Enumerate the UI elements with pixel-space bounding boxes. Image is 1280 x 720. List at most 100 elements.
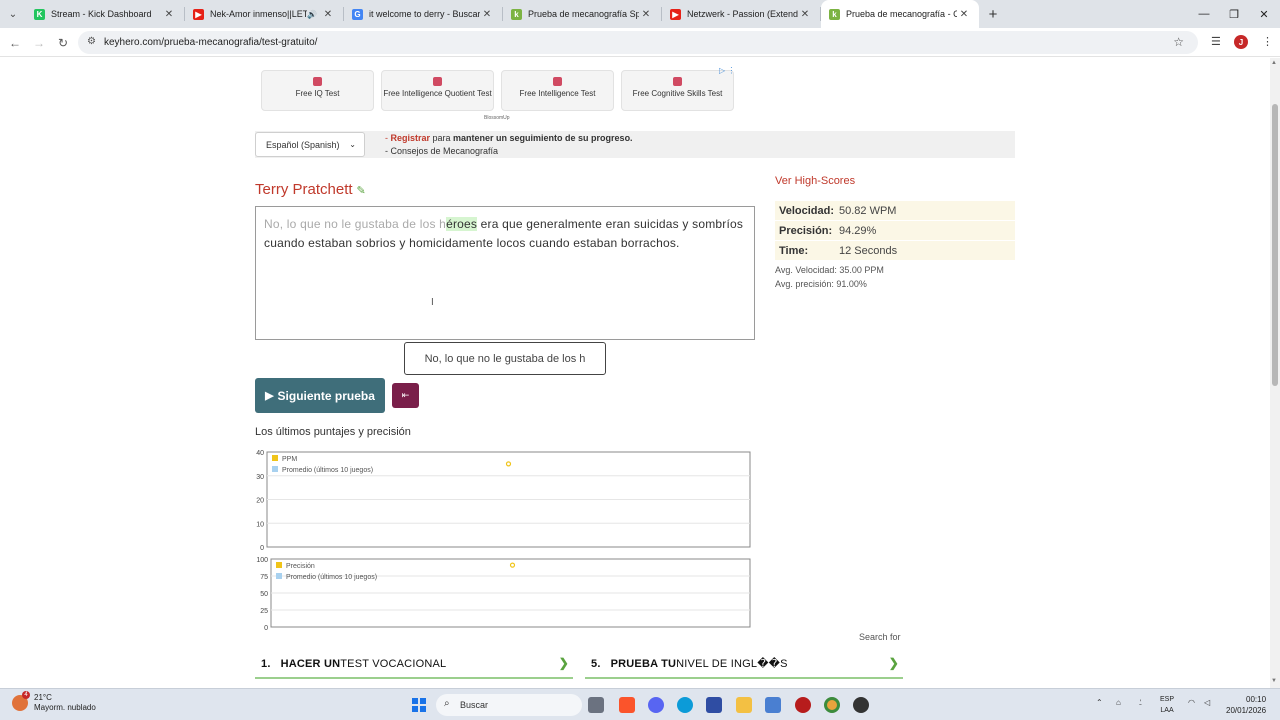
promo-bold: HACER UN — [280, 657, 341, 670]
ad-icon — [553, 77, 562, 86]
site-info-icon[interactable]: ⚙ — [87, 36, 96, 47]
promo-link[interactable]: 1. HACER UN TEST VOCACIONAL ❯ — [255, 650, 573, 679]
legend-label: Promedio (últimos 10 juegos) — [286, 574, 377, 581]
taskbar: 4 21°C Mayorm. nublado ⌕ Buscar ⌃ ⌂ ⍘ ES… — [0, 688, 1280, 720]
tab-favicon-icon: ▶ — [670, 8, 681, 20]
ad-item[interactable]: Free Intelligence Quotient Test — [381, 70, 494, 111]
search-for-label: Search for — [859, 632, 901, 642]
weather-widget[interactable]: 4 21°C Mayorm. nublado — [12, 691, 96, 713]
ad-label: Free Intelligence Quotient Test — [383, 89, 492, 98]
result-value: 12 Seconds — [839, 244, 898, 257]
result-label: Time: — [779, 244, 809, 257]
chrome-icon[interactable] — [824, 697, 840, 713]
tab-title: Nek-Amor inmenso||LETRA — [210, 9, 308, 19]
start-windows-icon[interactable] — [412, 698, 426, 712]
page-scrollbar[interactable]: ▲ ▼ — [1270, 58, 1280, 688]
y-tick-label: 75 — [260, 574, 268, 581]
browser-menu-icon[interactable]: ⋮ — [1262, 35, 1273, 48]
browser-tab[interactable]: ▶ Nek-Amor inmenso||LETRA🔊 ✕ — [185, 0, 343, 28]
ad-item[interactable]: Free IQ Test — [261, 70, 374, 111]
tab-search-icon[interactable]: ⌄ — [0, 0, 26, 28]
edge-icon[interactable] — [677, 697, 693, 713]
browser-tab[interactable]: K Stream - Kick Dashboard ✕ — [26, 0, 184, 28]
app-icon[interactable] — [795, 697, 811, 713]
minimize-icon[interactable]: — — [1188, 0, 1220, 28]
browser-tab[interactable]: ▶ Netzwerk - Passion (Extended ✕ — [662, 0, 820, 28]
reading-list-icon[interactable]: ☰ — [1211, 35, 1221, 48]
y-tick-label: 100 — [256, 557, 268, 564]
close-tab-icon[interactable]: ✕ — [798, 9, 812, 20]
new-tab-button[interactable]: + — [979, 6, 1007, 23]
scroll-thumb[interactable] — [1272, 104, 1278, 386]
volume-icon[interactable]: ◁ — [1204, 698, 1210, 707]
reload-icon[interactable]: ↻ — [54, 34, 72, 52]
adchoices-icon[interactable]: ▷ ⋮ — [719, 66, 735, 75]
register-link[interactable]: Registrar — [391, 133, 431, 143]
browser-tab[interactable]: Git welcome to derry - Buscar co✕ — [344, 0, 502, 28]
language-select[interactable]: Español (Spanish) ⌄ — [255, 132, 365, 157]
scroll-up-icon[interactable]: ▲ — [1271, 60, 1277, 66]
back-button[interactable]: ⇤ — [392, 383, 419, 408]
system-clock[interactable]: 00:10 20/01/2026 — [1226, 694, 1266, 716]
close-tab-icon[interactable]: ✕ — [957, 9, 971, 20]
register-middle: para — [430, 133, 454, 143]
obs-icon[interactable] — [853, 697, 869, 713]
forward-icon[interactable]: → — [30, 34, 48, 52]
tab-favicon-icon: ▶ — [193, 8, 204, 20]
language-indicator[interactable]: ESP LAA — [1160, 694, 1174, 716]
back-icon[interactable]: ← — [6, 34, 24, 52]
y-tick-label: 30 — [256, 474, 264, 481]
result-value: 50.82 WPM — [839, 204, 897, 217]
network-icon[interactable]: ⌂ — [1116, 698, 1121, 707]
close-tab-icon[interactable]: ✕ — [480, 9, 494, 20]
lang-top: ESP — [1160, 696, 1175, 703]
close-window-icon[interactable]: ✕ — [1248, 0, 1280, 28]
mail-icon[interactable] — [765, 697, 781, 713]
url-text: keyhero.com/prueba-mecanografia/test-gra… — [104, 37, 318, 48]
promo-rest: TEST VOCACIONAL — [340, 657, 447, 670]
chevron-up-icon[interactable]: ⌃ — [1096, 698, 1103, 707]
promo-rest: NIVEL DE INGL��S — [676, 658, 788, 670]
arrow-left-icon: ⇤ — [401, 390, 410, 400]
close-tab-icon[interactable]: ✕ — [162, 9, 176, 20]
file-explorer-icon[interactable] — [736, 697, 752, 713]
browser-tab[interactable]: k Prueba de mecanografía - Com✕ — [821, 0, 979, 28]
address-bar-row: ← → ↻ ⚙ keyhero.com/prueba-mecanografia/… — [0, 28, 1280, 57]
ad-item[interactable]: Free Cognitive Skills Test — [621, 70, 734, 111]
tab-favicon-icon: K — [34, 8, 45, 20]
result-row: Velocidad: 50.82 WPM — [775, 201, 1015, 220]
results-table: Velocidad: 50.82 WPM Precisión: 94.29% Tim… — [775, 201, 1015, 261]
browser-tab[interactable]: k Prueba de mecanografía Spanis✕ — [503, 0, 661, 28]
y-tick-label: 40 — [256, 450, 264, 457]
store-icon[interactable] — [706, 697, 722, 713]
scroll-down-icon[interactable]: ▼ — [1271, 678, 1277, 684]
url-field[interactable]: ⚙ keyhero.com/prueba-mecanografia/test-g… — [78, 31, 1198, 54]
brave-icon[interactable] — [619, 697, 635, 713]
highscores-link[interactable]: Ver High-Scores — [775, 175, 855, 187]
wifi-icon[interactable]: ◠ — [1188, 698, 1195, 707]
author-name: Terry Pratchett — [255, 181, 353, 198]
taskbar-search-label: Buscar — [460, 700, 489, 710]
task-view-icon[interactable] — [588, 697, 604, 713]
speaker-icon[interactable]: 🔊 — [307, 10, 317, 19]
weather-desc: Mayorm. nublado — [34, 703, 96, 712]
legend-swatch — [276, 573, 282, 579]
tab-title: Prueba de mecanografía - Com — [846, 9, 957, 19]
typing-tips-link[interactable]: - Consejos de Mecanografía — [385, 146, 498, 156]
next-test-button[interactable]: ▶ Siguiente prueba — [255, 378, 385, 413]
pencil-icon[interactable]: ✎ — [357, 185, 366, 197]
profile-avatar[interactable]: J — [1234, 35, 1248, 49]
chevron-right-icon: ❯ — [888, 656, 899, 670]
chevron-down-icon: ⌄ — [349, 140, 356, 149]
bookmark-star-icon[interactable]: ☆ — [1173, 35, 1184, 49]
ad-item[interactable]: Free Intelligence Test — [501, 70, 614, 111]
close-tab-icon[interactable]: ✕ — [639, 9, 653, 20]
typing-input[interactable]: No, lo que no le gustaba de los h — [404, 342, 606, 375]
promo-link[interactable]: 5. PRUEBA TU NIVEL DE INGL��S ❯ — [585, 650, 903, 679]
mic-icon[interactable]: ⍘ — [1138, 698, 1143, 708]
discord-icon[interactable] — [648, 697, 664, 713]
weather-temp: 21°C — [34, 693, 52, 702]
restore-icon[interactable]: ❐ — [1218, 0, 1250, 28]
taskbar-search[interactable]: ⌕ Buscar — [436, 694, 582, 716]
close-tab-icon[interactable]: ✕ — [321, 9, 335, 20]
